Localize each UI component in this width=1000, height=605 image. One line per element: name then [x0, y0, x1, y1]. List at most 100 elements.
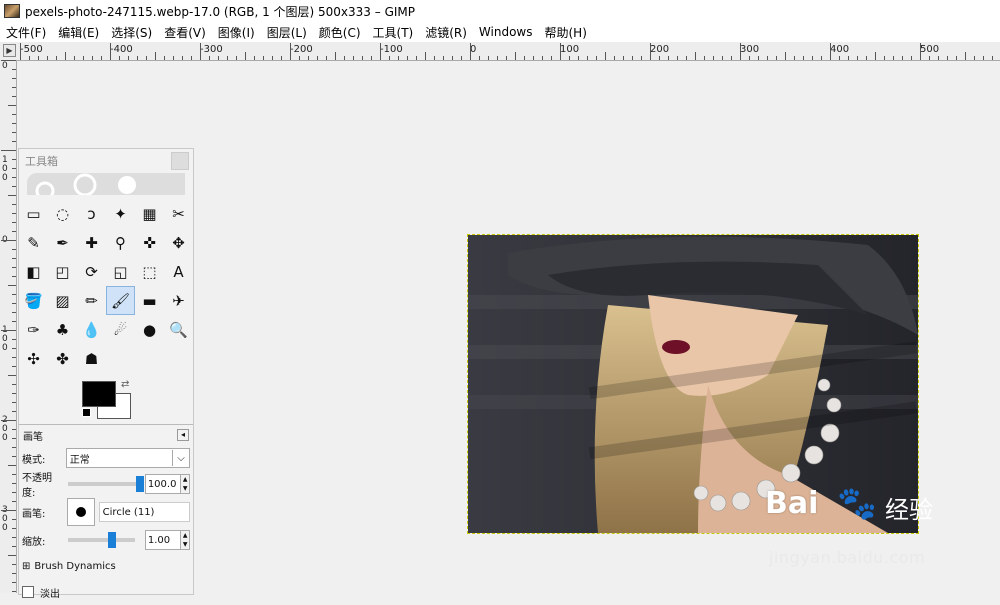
- clone-icon[interactable]: ♣: [48, 315, 77, 344]
- fuzzy-select-icon[interactable]: ✦: [106, 199, 135, 228]
- ruler-tick: [488, 56, 489, 60]
- pencil-icon[interactable]: ✏: [77, 286, 106, 315]
- ruler-tick: [12, 456, 16, 457]
- dynamics-row[interactable]: ⊞ Brush Dynamics: [19, 553, 193, 579]
- scissors-select-icon[interactable]: ✂: [164, 199, 193, 228]
- ruler-label: -400: [110, 44, 133, 55]
- free-select-icon[interactable]: ↄ: [77, 199, 106, 228]
- flip-icon[interactable]: ✣: [19, 344, 48, 373]
- ruler-tick: [875, 52, 876, 60]
- ruler-label: 400: [830, 44, 850, 55]
- airbrush-icon[interactable]: ✈: [164, 286, 193, 315]
- ruler-tick: [623, 56, 624, 60]
- eraser-icon[interactable]: ▬: [135, 286, 164, 315]
- ruler-tick: [12, 249, 16, 250]
- opacity-spinner[interactable]: ▲ ▼: [181, 474, 190, 494]
- text-icon[interactable]: A: [164, 257, 193, 286]
- ruler-tick: [218, 56, 219, 60]
- color-picker-icon[interactable]: ✚: [77, 228, 106, 257]
- menu-edit[interactable]: 编辑(E): [52, 24, 105, 41]
- scale-slider[interactable]: [68, 532, 135, 548]
- ink-icon[interactable]: ✑: [19, 315, 48, 344]
- magnify-icon[interactable]: 🔍: [164, 315, 193, 344]
- paths-icon[interactable]: ✒: [48, 228, 77, 257]
- paintbrush-icon[interactable]: 🖌: [106, 286, 135, 315]
- mode-select[interactable]: 正常 ⌵: [65, 448, 190, 468]
- ruler-tick: [668, 56, 669, 60]
- swap-colors-icon[interactable]: ⇄: [121, 379, 129, 390]
- menu-select[interactable]: 选择(S): [105, 24, 158, 41]
- watermark-url: jingyan.baidu.com: [769, 548, 926, 567]
- wilber-drop-area[interactable]: [27, 173, 185, 195]
- vertical-ruler[interactable]: 0 100 0 100 200 300: [0, 60, 17, 593]
- default-colors-icon[interactable]: [82, 408, 91, 417]
- blur-icon[interactable]: 💧: [77, 315, 106, 344]
- ruler-tick: [911, 56, 912, 60]
- ruler-tick: [12, 357, 16, 358]
- mode-label: 模式:: [22, 454, 46, 466]
- ruler-tick: [974, 56, 975, 60]
- ruler-tick: [587, 56, 588, 60]
- foreground-select-icon[interactable]: ✎: [19, 228, 48, 257]
- ruler-tick: [839, 56, 840, 60]
- fade-row: 淡出: [19, 579, 193, 605]
- align-icon[interactable]: ◧: [19, 257, 48, 286]
- horizontal-ruler[interactable]: ▶ -500 -400 -300 -200 -100 0 100 200 300…: [0, 42, 1000, 61]
- opacity-input[interactable]: 100.0: [144, 474, 182, 494]
- menu-windows[interactable]: Windows: [473, 25, 539, 39]
- slider-thumb[interactable]: [136, 476, 145, 492]
- move-icon[interactable]: ✥: [164, 228, 193, 257]
- zoom-icon[interactable]: ⚲: [106, 228, 135, 257]
- menu-help[interactable]: 帮助(H): [539, 24, 593, 41]
- toolbox-close-button[interactable]: [171, 152, 189, 170]
- shear-icon[interactable]: ⬚: [135, 257, 164, 286]
- opacity-slider[interactable]: [68, 476, 145, 492]
- tool-grid: ▭ ◌ ↄ ✦ ▦ ✂ ✎ ✒ ✚ ⚲ ✜ ✥ ◧ ◰ ⟳ ◱ ⬚ A 🪣 ▨ ✏ 🖌 ▬ ✈ ✑ ♣ 💧 ☄ ● 🔍 ✣ ✤ ☗: [19, 199, 193, 373]
- foreground-color-swatch[interactable]: [82, 381, 116, 407]
- spin-up-icon[interactable]: ▲: [181, 531, 189, 540]
- bucket-fill-icon[interactable]: 🪣: [19, 286, 48, 315]
- cage-icon[interactable]: ✤: [48, 344, 77, 373]
- scale-spinner[interactable]: ▲ ▼: [181, 530, 190, 550]
- menu-tools[interactable]: 工具(T): [367, 24, 420, 41]
- slider-thumb[interactable]: [108, 532, 117, 548]
- toolbox-titlebar[interactable]: 工具箱: [19, 149, 193, 173]
- ellipse-select-icon[interactable]: ◌: [48, 199, 77, 228]
- spin-down-icon[interactable]: ▼: [181, 540, 189, 549]
- select-by-color-icon[interactable]: ▦: [135, 199, 164, 228]
- watermark-text: 经验: [885, 496, 933, 524]
- menu-view[interactable]: 查看(V): [158, 24, 212, 41]
- quick-mask-toggle[interactable]: ▶: [3, 44, 16, 57]
- panel-menu-icon[interactable]: ◂: [177, 429, 189, 441]
- ruler-tick: [965, 52, 966, 60]
- menu-layer[interactable]: 图层(L): [261, 24, 313, 41]
- ruler-label: -500: [20, 44, 43, 55]
- mode-value: 正常: [69, 454, 90, 466]
- crop-icon[interactable]: ◰: [48, 257, 77, 286]
- ruler-tick: [110, 43, 111, 60]
- scale-icon[interactable]: ◱: [106, 257, 135, 286]
- heal-icon[interactable]: ☗: [77, 344, 106, 373]
- spin-up-icon[interactable]: ▲: [181, 475, 189, 484]
- measure-icon[interactable]: ✜: [135, 228, 164, 257]
- ruler-tick: [578, 56, 579, 60]
- brush-preview-button[interactable]: [67, 498, 95, 526]
- menu-image[interactable]: 图像(I): [212, 24, 261, 41]
- menu-colors[interactable]: 颜色(C): [313, 24, 367, 41]
- menu-filters[interactable]: 滤镜(R): [419, 24, 473, 41]
- brush-name-field[interactable]: Circle (11): [98, 502, 190, 522]
- rect-select-icon[interactable]: ▭: [19, 199, 48, 228]
- fade-checkbox[interactable]: [22, 586, 34, 598]
- dodge-burn-icon[interactable]: ●: [135, 315, 164, 344]
- blend-icon[interactable]: ▨: [48, 286, 77, 315]
- scale-input[interactable]: 1.00: [144, 530, 182, 550]
- ruler-tick: [119, 56, 120, 60]
- ruler-tick: [1, 330, 16, 331]
- menu-file[interactable]: 文件(F): [0, 24, 52, 41]
- smudge-icon[interactable]: ☄: [106, 315, 135, 344]
- expander-plus-icon[interactable]: ⊞: [22, 561, 30, 572]
- ruler-tick: [830, 43, 831, 60]
- ruler-tick: [704, 56, 705, 60]
- rotate-icon[interactable]: ⟳: [77, 257, 106, 286]
- spin-down-icon[interactable]: ▼: [181, 484, 189, 493]
